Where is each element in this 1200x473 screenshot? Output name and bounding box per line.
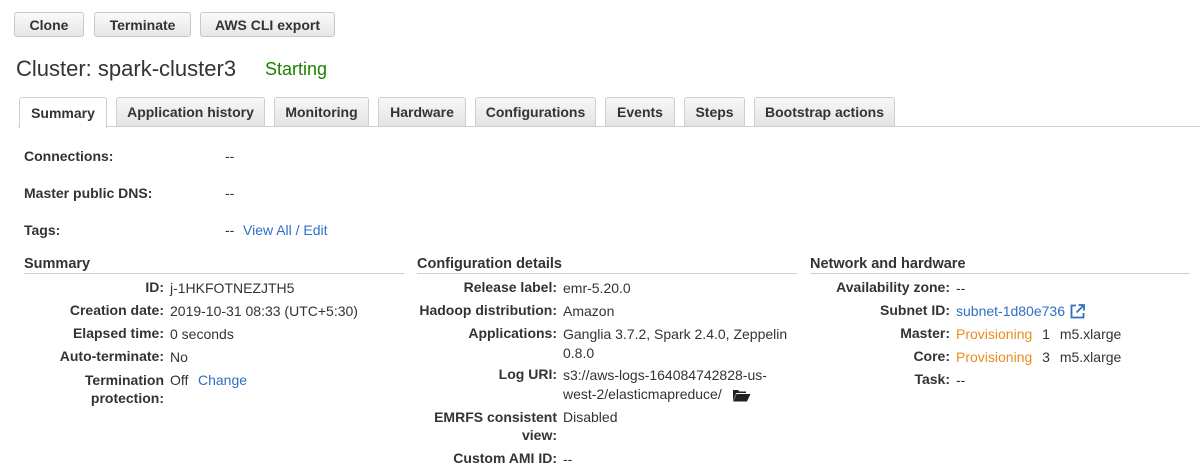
clone-button[interactable]: Clone (14, 12, 84, 37)
applications-label: Applications: (468, 325, 557, 341)
applications-value: Ganglia 3.7.2, Spark 2.4.0, Zeppelin 0.8… (563, 325, 787, 363)
log-uri-value-line1: s3://aws-logs-164084742828-us- (563, 367, 767, 383)
custom-ami-id-value: -- (563, 451, 573, 467)
elapsed-time-value: 0 seconds (170, 326, 234, 342)
id-value: j-1HKFOTNEZJTH5 (170, 280, 295, 296)
core-value: Provisioning 3 m5.xlarge (956, 348, 1121, 367)
termination-protection-label-line1: Termination (84, 372, 164, 388)
id-label: ID: (145, 279, 164, 295)
termination-protection-label: Termination protection: (20, 371, 164, 407)
hadoop-distribution-label: Hadoop distribution: (419, 302, 557, 318)
tab-divider (18, 126, 1200, 127)
network-divider (810, 273, 1190, 274)
release-label-value: emr-5.20.0 (563, 280, 631, 296)
subnet-id-label: Subnet ID: (880, 302, 950, 318)
termination-protection-value: Off (170, 372, 189, 388)
subnet-id-link[interactable]: subnet-1d80e736 (956, 302, 1065, 321)
creation-date-value: 2019-10-31 08:33 (UTC+5:30) (170, 303, 358, 319)
log-uri-value-line2: west-2/elasticmapreduce/ (563, 385, 767, 404)
task-label: Task: (914, 371, 950, 387)
terminate-button[interactable]: Terminate (94, 12, 191, 37)
emrfs-consistent-view-value: Disabled (563, 409, 618, 425)
summary-heading: Summary (24, 256, 91, 272)
tab-steps[interactable]: Steps (684, 97, 745, 126)
master-value: Provisioning 1 m5.xlarge (956, 325, 1121, 344)
config-divider (417, 273, 797, 274)
tab-hardware[interactable]: Hardware (378, 97, 466, 126)
external-link-icon[interactable] (1070, 304, 1085, 319)
availability-zone-value: -- (956, 280, 966, 296)
applications-value-line1: Ganglia 3.7.2, Spark 2.4.0, Zeppelin (563, 326, 788, 342)
page-title: Cluster: spark-cluster3 (16, 56, 237, 81)
termination-protection-label-line2: protection: (90, 390, 164, 406)
master-dns-label: Master public DNS: (24, 185, 153, 201)
log-uri-value-line2-text: west-2/elasticmapreduce/ (563, 386, 722, 402)
core-count: 3 (1042, 349, 1050, 365)
release-label-label: Release label: (463, 279, 557, 295)
master-status: Provisioning (956, 326, 1033, 342)
core-status: Provisioning (956, 349, 1033, 365)
master-dns-value: -- (225, 185, 235, 201)
tab-configurations[interactable]: Configurations (475, 97, 596, 126)
termination-protection-change-link[interactable]: Change (198, 371, 247, 390)
configuration-details-heading: Configuration details (417, 256, 562, 272)
applications-value-line2: 0.8.0 (563, 345, 595, 361)
auto-terminate-value: No (170, 349, 188, 365)
log-uri-label: Log URI: (498, 366, 557, 382)
auto-terminate-label: Auto-terminate: (59, 348, 164, 364)
tab-monitoring[interactable]: Monitoring (274, 97, 369, 126)
emrfs-label-line1: EMRFS consistent (434, 409, 557, 425)
master-label: Master: (900, 325, 950, 341)
task-value: -- (956, 372, 966, 388)
connections-label: Connections: (24, 148, 114, 164)
master-instance-type: m5.xlarge (1059, 326, 1122, 342)
subnet-id-value: subnet-1d80e736 (956, 302, 1085, 321)
log-uri-value: s3://aws-logs-164084742828-us- west-2/el… (563, 366, 767, 404)
tags-label: Tags: (24, 222, 61, 238)
tags-value: -- (225, 222, 235, 238)
status-badge: Starting (265, 59, 328, 79)
master-count: 1 (1042, 326, 1050, 342)
emrfs-label-line2: view: (521, 427, 557, 443)
availability-zone-label: Availability zone: (836, 279, 950, 295)
elapsed-time-label: Elapsed time: (72, 325, 164, 341)
hadoop-distribution-value: Amazon (563, 303, 615, 319)
creation-date-label: Creation date: (69, 302, 164, 318)
core-label: Core: (913, 348, 950, 364)
core-instance-type: m5.xlarge (1059, 349, 1122, 365)
tags-view-edit-link[interactable]: View All / Edit (243, 222, 328, 238)
emrfs-consistent-view-label: EMRFS consistent view: (400, 408, 557, 444)
folder-open-icon[interactable] (732, 388, 751, 402)
tab-application-history[interactable]: Application history (116, 97, 265, 126)
custom-ami-id-label: Custom AMI ID: (453, 450, 557, 466)
connections-value: -- (225, 148, 235, 164)
tab-events[interactable]: Events (605, 97, 675, 126)
tab-summary[interactable]: Summary (19, 97, 107, 128)
network-hardware-heading: Network and hardware (810, 256, 966, 272)
tab-bootstrap-actions[interactable]: Bootstrap actions (754, 97, 895, 126)
aws-cli-export-button[interactable]: AWS CLI export (200, 12, 335, 37)
summary-divider (24, 273, 404, 274)
